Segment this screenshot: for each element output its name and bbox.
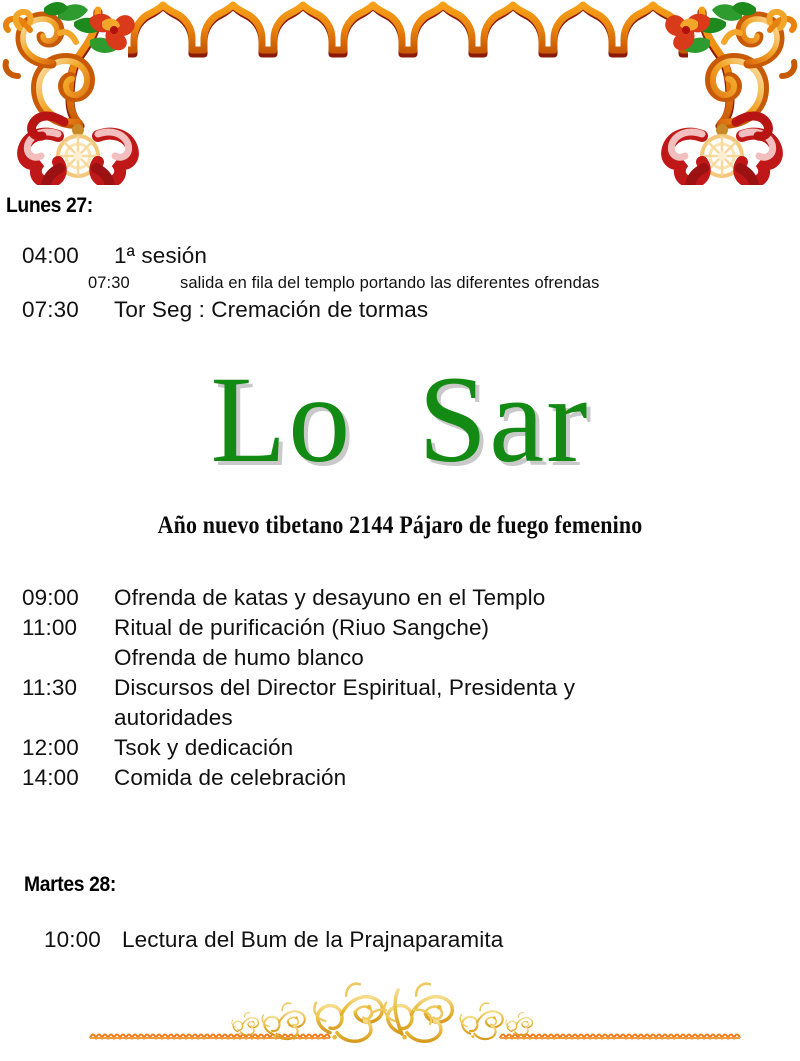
entry-time: 11:00: [22, 615, 78, 640]
schedule-block-monday-early: 04:00 1ª sesión 07:30 salida en fila del…: [22, 241, 782, 325]
entry-desc: 1ª sesión: [114, 243, 208, 268]
entry-desc: salida en fila del templo portando las d…: [180, 274, 600, 292]
day-heading-lunes: Lunes 27:: [6, 194, 93, 217]
day-heading-martes: Martes 28:: [24, 873, 116, 896]
entry-desc: Tsok y dedicación: [114, 735, 294, 760]
entry-desc: Lectura del Bum de la Prajnaparamita: [122, 927, 504, 952]
entry-desc: Discursos del Director Espiritual, Presi…: [114, 675, 576, 700]
schedule-row-indented: 07:30 salida en fila del templo portando…: [88, 271, 782, 295]
entry-time: 14:00: [22, 765, 79, 790]
page-title: Lo Sar: [210, 351, 590, 488]
page-subtitle: Año nuevo tibetano 2144 Pájaro de fuego …: [157, 510, 643, 539]
entry-time: 11:30: [22, 675, 78, 700]
entry-desc: Comida de celebración: [114, 765, 347, 790]
ogee-arch-run: [128, 5, 688, 54]
schedule-row: 11:30 Discursos del Director Espiritual,…: [22, 673, 782, 703]
bottom-ornamental-border: [0, 980, 800, 1061]
schedule-row: 12:00 Tsok y dedicación: [22, 733, 782, 763]
schedule-row: 09:00 Ofrenda de katas y desayuno en el …: [22, 583, 782, 613]
schedule-row: 10:00 Lectura del Bum de la Prajnaparami…: [44, 925, 784, 955]
entry-desc-continuation: Ofrenda de humo blanco: [114, 645, 364, 670]
entry-desc: Tor Seg : Cremación de tormas: [114, 297, 429, 322]
schedule-block-monday-main: 09:00 Ofrenda de katas y desayuno en el …: [22, 583, 782, 793]
floral-corner-right: [665, 2, 794, 185]
scalloped-rule-right: [499, 1033, 741, 1039]
entry-time: 07:30: [88, 274, 130, 292]
floral-corner-left: [6, 2, 135, 185]
entry-time: 07:30: [22, 297, 79, 322]
entry-desc: Ritual de purificación (Riuo Sangche): [114, 615, 490, 640]
schedule-row: 11:00 Ritual de purificación (Riuo Sangc…: [22, 613, 782, 643]
entry-time: 04:00: [22, 243, 79, 268]
gold-filigree-center: [231, 981, 534, 1043]
schedule-row: 14:00 Comida de celebración: [22, 763, 782, 793]
entry-desc-continuation: autoridades: [114, 705, 233, 730]
entry-desc: Ofrenda de katas y desayuno en el Templo: [114, 585, 546, 610]
schedule-block-tuesday: 10:00 Lectura del Bum de la Prajnaparami…: [44, 925, 784, 955]
entry-time: 12:00: [22, 735, 79, 760]
entry-time: 09:00: [22, 585, 79, 610]
top-ornamental-border: [0, 0, 800, 185]
schedule-row: 07:30 Tor Seg : Cremación de tormas: [22, 295, 782, 325]
entry-time: 10:00: [44, 927, 101, 952]
schedule-row: 04:00 1ª sesión: [22, 241, 782, 271]
